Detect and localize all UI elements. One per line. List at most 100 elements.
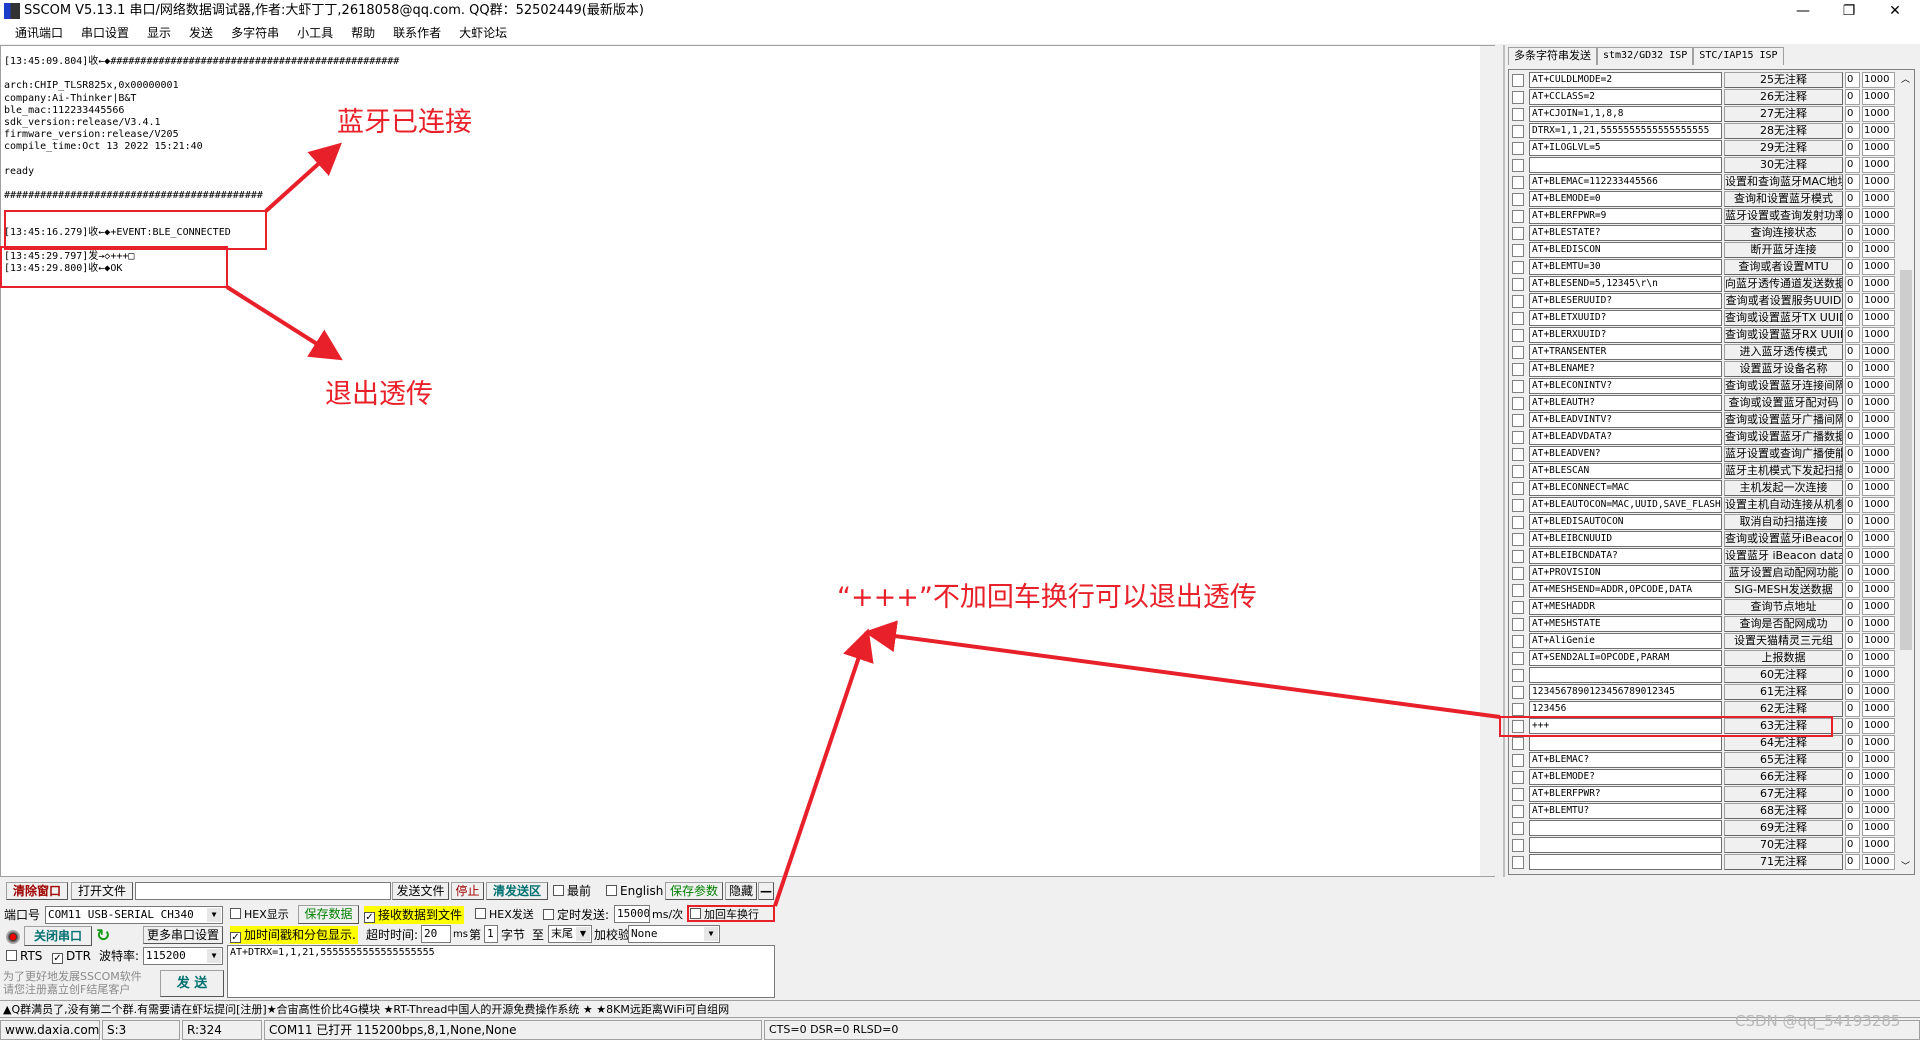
row-checkbox[interactable] — [1512, 499, 1524, 512]
row-send-button[interactable]: 设置天猫精灵三元组 — [1724, 633, 1843, 649]
row-string-input[interactable]: AT+BLECONNECT=MAC — [1529, 480, 1722, 496]
row-delay-input[interactable]: 1000 — [1862, 497, 1895, 513]
row-checkbox[interactable] — [1512, 567, 1524, 580]
row-checkbox[interactable] — [1512, 618, 1524, 631]
row-checkbox[interactable] — [1512, 533, 1524, 546]
row-order-input[interactable]: 0 — [1845, 123, 1860, 139]
row-string-input[interactable]: AT+AliGenie — [1529, 633, 1722, 649]
row-string-input[interactable]: AT+ILOGLVL=5 — [1529, 140, 1722, 156]
row-order-input[interactable]: 0 — [1845, 531, 1860, 547]
port-select[interactable]: COM11 USB-SERIAL CH340 — [45, 906, 223, 924]
baud-select[interactable]: 115200 — [143, 947, 223, 965]
row-order-input[interactable]: 0 — [1845, 480, 1860, 496]
row-checkbox[interactable] — [1512, 261, 1524, 274]
row-order-input[interactable]: 0 — [1845, 803, 1860, 819]
promo-text[interactable]: 为了更好地发展SSCOM软件 请您注册嘉立创F结尾客户 — [3, 970, 158, 996]
row-checkbox[interactable] — [1512, 91, 1524, 104]
row-delay-input[interactable]: 1000 — [1862, 276, 1895, 292]
menu-item[interactable]: 大虾论坛 — [450, 22, 516, 44]
row-delay-input[interactable]: 1000 — [1862, 157, 1895, 173]
row-send-button[interactable]: 设置蓝牙 iBeacon data — [1724, 548, 1843, 564]
row-send-button[interactable]: 30无注释 — [1724, 157, 1843, 173]
menu-item[interactable]: 串口设置 — [72, 22, 138, 44]
row-order-input[interactable]: 0 — [1845, 616, 1860, 632]
row-checkbox[interactable] — [1512, 244, 1524, 257]
row-order-input[interactable]: 0 — [1845, 497, 1860, 513]
add-crlf-checkbox[interactable]: 加回车换行 — [690, 906, 759, 924]
row-order-input[interactable]: 0 — [1845, 174, 1860, 190]
row-send-button[interactable]: 26无注释 — [1724, 89, 1843, 105]
row-string-input[interactable]: AT+CJOIN=1,1,8,8 — [1529, 106, 1722, 122]
minimize-button[interactable]: — — [1780, 0, 1826, 22]
row-send-button[interactable]: 67无注释 — [1724, 786, 1843, 802]
row-string-input[interactable]: AT+BLEADVEN? — [1529, 446, 1722, 462]
row-string-input[interactable]: AT+BLEADVDATA? — [1529, 429, 1722, 445]
row-string-input[interactable]: AT+BLEMAC? — [1529, 752, 1722, 768]
row-delay-input[interactable]: 1000 — [1862, 378, 1895, 394]
row-send-button[interactable]: 查询节点地址 — [1724, 599, 1843, 615]
timeout-input[interactable]: 20 — [421, 925, 451, 943]
row-send-button[interactable]: 查询或设置蓝牙TX UUID — [1724, 310, 1843, 326]
row-send-button[interactable]: 63无注释 — [1724, 718, 1843, 734]
row-checkbox[interactable] — [1512, 125, 1524, 138]
row-order-input[interactable]: 0 — [1845, 718, 1860, 734]
row-order-input[interactable]: 0 — [1845, 667, 1860, 683]
row-order-input[interactable]: 0 — [1845, 242, 1860, 258]
row-delay-input[interactable]: 1000 — [1862, 548, 1895, 564]
row-order-input[interactable]: 0 — [1845, 310, 1860, 326]
row-delay-input[interactable]: 1000 — [1862, 327, 1895, 343]
row-send-button[interactable]: 60无注释 — [1724, 667, 1843, 683]
menu-item[interactable]: 多字符串 — [222, 22, 288, 44]
row-checkbox[interactable] — [1512, 142, 1524, 155]
row-order-input[interactable]: 0 — [1845, 514, 1860, 530]
close-port-button[interactable]: 关闭串口 — [24, 926, 92, 946]
row-checkbox[interactable] — [1512, 550, 1524, 563]
row-checkbox[interactable] — [1512, 414, 1524, 427]
row-checkbox[interactable] — [1512, 465, 1524, 478]
row-order-input[interactable]: 0 — [1845, 548, 1860, 564]
row-checkbox[interactable] — [1512, 601, 1524, 614]
scroll-up-icon[interactable]: ︿ — [1901, 72, 1910, 85]
row-string-input[interactable]: AT+TRANSENTER — [1529, 344, 1722, 360]
row-string-input[interactable]: AT+BLEIBCNUUID — [1529, 531, 1722, 547]
row-string-input[interactable]: DTRX=1,1,21,5555555555555555555 — [1529, 123, 1722, 139]
file-path-input[interactable] — [135, 882, 391, 900]
row-checkbox[interactable] — [1512, 448, 1524, 461]
row-delay-input[interactable]: 1000 — [1862, 242, 1895, 258]
timed-send-checkbox[interactable]: 定时发送: — [543, 906, 609, 924]
row-checkbox[interactable] — [1512, 176, 1524, 189]
row-send-button[interactable]: 断开蓝牙连接 — [1724, 242, 1843, 258]
row-order-input[interactable]: 0 — [1845, 276, 1860, 292]
row-checkbox[interactable] — [1512, 839, 1524, 852]
row-send-button[interactable]: SIG-MESH发送数据 — [1724, 582, 1843, 598]
row-send-button[interactable]: 查询或设置蓝牙iBeacon UUID — [1724, 531, 1843, 547]
row-send-button[interactable]: 查询或设置蓝牙RX UUID — [1724, 327, 1843, 343]
collapse-button[interactable]: — — [758, 882, 774, 900]
list-scrollbar[interactable]: ︿ ﹀ — [1898, 70, 1914, 874]
row-send-button[interactable]: 28无注释 — [1724, 123, 1843, 139]
scrollbar-thumb[interactable] — [1900, 270, 1912, 650]
row-order-input[interactable]: 0 — [1845, 327, 1860, 343]
row-checkbox[interactable] — [1512, 516, 1524, 529]
row-string-input[interactable]: AT+BLESEND=5,12345\r\n — [1529, 276, 1722, 292]
row-order-input[interactable]: 0 — [1845, 378, 1860, 394]
row-string-input[interactable]: 1234567890123456789012345 — [1529, 684, 1722, 700]
row-order-input[interactable]: 0 — [1845, 361, 1860, 377]
row-checkbox[interactable] — [1512, 686, 1524, 699]
row-delay-input[interactable]: 1000 — [1862, 531, 1895, 547]
row-delay-input[interactable]: 1000 — [1862, 106, 1895, 122]
menu-item[interactable]: 联系作者 — [384, 22, 450, 44]
row-order-input[interactable]: 0 — [1845, 820, 1860, 836]
row-order-input[interactable]: 0 — [1845, 446, 1860, 462]
row-string-input[interactable]: 123456 — [1529, 701, 1722, 717]
row-order-input[interactable]: 0 — [1845, 395, 1860, 411]
row-delay-input[interactable]: 1000 — [1862, 463, 1895, 479]
row-delay-input[interactable]: 1000 — [1862, 854, 1895, 870]
row-delay-input[interactable]: 1000 — [1862, 786, 1895, 802]
row-checkbox[interactable] — [1512, 74, 1524, 87]
row-send-button[interactable]: 查询或设置蓝牙广播间隔 — [1724, 412, 1843, 428]
recv-to-file-checkbox[interactable]: ✓ 接收数据到文件 — [364, 906, 465, 924]
row-order-input[interactable]: 0 — [1845, 259, 1860, 275]
row-string-input[interactable] — [1529, 837, 1722, 853]
save-data-button[interactable]: 保存数据 — [298, 905, 359, 924]
